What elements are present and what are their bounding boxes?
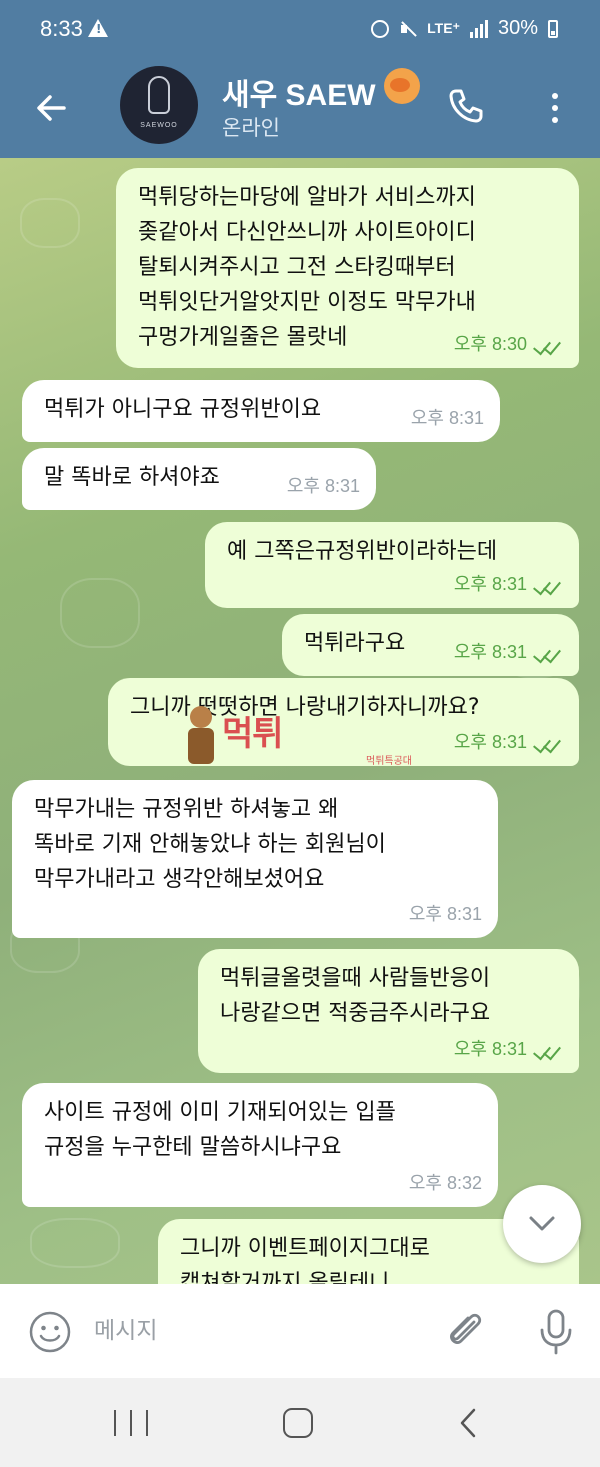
message-meta: 오후 8:31 (409, 897, 482, 932)
chat-title[interactable]: 새우 SAEW (222, 70, 376, 114)
read-checks-icon (533, 1043, 563, 1057)
message-input[interactable] (94, 1312, 424, 1350)
microphone-icon[interactable] (536, 1308, 576, 1356)
message-time: 오후 8:31 (408, 904, 482, 924)
background-doodle (30, 1218, 120, 1268)
message-meta: 오후 8:31 (287, 469, 360, 504)
shrimp-emoji-icon (384, 68, 420, 104)
message-text-line: 먹튀글올렷을때 사람들반응이 (220, 966, 491, 991)
avatar[interactable]: SAEWOO (120, 66, 198, 144)
watermark: 먹튀 먹튀특공대 (186, 704, 436, 770)
message-text-line: 나랑같으면 적중금주시라구요 (220, 1001, 491, 1026)
status-time: 8:33 (40, 16, 83, 41)
status-bar: 8:33 LTE⁺ 30% (0, 0, 600, 62)
home-button[interactable] (283, 1408, 313, 1438)
message-meta: 오후 8:31 (454, 635, 563, 670)
message-text-line: 좆같아서 다신안쓰니까 사이트아이디 (138, 220, 476, 245)
message-text-line: 탈퇴시켜주시고 그전 스타킹때부터 (138, 255, 456, 280)
alarm-icon (371, 19, 390, 38)
message-time: 오후 8:31 (410, 408, 484, 428)
battery-icon (548, 19, 558, 38)
background-doodle (20, 198, 80, 248)
message-text-line: 막무가내는 규정위반 하셔놓고 왜 (34, 797, 339, 822)
message-text-line: 똑바로 기재 안해놓았냐 하는 회원님이 (34, 832, 386, 857)
message-bubble-incoming[interactable]: 말 똑바로 하셔야죠 오후 8:31 (22, 448, 376, 510)
message-time: 오후 8:31 (453, 642, 527, 662)
attach-icon[interactable] (442, 1308, 488, 1354)
avatar-label: SAEWOO (140, 122, 178, 129)
message-text-line: 먹튀잇단거알앗지만 이정도 막무가내 (138, 290, 476, 315)
watermark-subtitle: 먹튀특공대 (366, 756, 412, 767)
more-menu-icon[interactable] (545, 88, 565, 128)
recents-button[interactable] (114, 1410, 148, 1436)
message-time: 오후 8:31 (286, 476, 360, 496)
message-meta: 오후 8:31 (454, 725, 563, 760)
status-indicators: LTE⁺ 30% (371, 17, 558, 40)
message-time: 오후 8:31 (453, 574, 527, 594)
message-input-bar (0, 1284, 600, 1378)
message-text-line: 먹튀당하는마당에 알바가 서비스까지 (138, 185, 476, 210)
online-status: 온라인 (222, 116, 280, 140)
mascot-icon (186, 706, 216, 764)
battery-percent: 30% (497, 17, 538, 39)
message-bubble-incoming[interactable]: 사이트 규정에 이미 기재되어있는 입플 규정을 누구한테 말씀하시냐구요 오후… (22, 1083, 498, 1207)
read-checks-icon (533, 736, 563, 750)
message-meta: 오후 8:32 (409, 1166, 482, 1201)
system-navigation-bar (0, 1378, 600, 1467)
message-text-line: 규정을 누구한테 말씀하시냐구요 (44, 1135, 342, 1160)
watermark-title: 먹튀 (222, 714, 284, 754)
message-bubble-incoming[interactable]: 먹튀가 아니구요 규정위반이요 오후 8:31 (22, 380, 500, 442)
message-time: 오후 8:32 (408, 1173, 482, 1193)
mute-icon (399, 20, 417, 38)
message-bubble-incoming[interactable]: 막무가내는 규정위반 하셔놓고 왜 똑바로 기재 안해놓았냐 하는 회원님이 막… (12, 780, 498, 938)
message-meta: 오후 8:31 (411, 401, 484, 436)
network-type: LTE⁺ (427, 20, 460, 36)
nav-back-icon[interactable] (456, 1408, 480, 1438)
phone-icon[interactable] (446, 86, 486, 126)
signal-icon (469, 19, 488, 38)
read-checks-icon (533, 578, 563, 592)
message-text-line: 그니까 이벤트페이지그대로 (180, 1236, 430, 1261)
chevron-down-icon (529, 1216, 555, 1231)
warning-icon (88, 19, 108, 37)
logo-glyph (148, 76, 170, 114)
message-time: 오후 8:31 (453, 1039, 527, 1059)
message-text-line: 막무가내라고 생각안해보셨어요 (34, 867, 325, 892)
message-bubble-outgoing[interactable]: 먹튀라구요 오후 8:31 (282, 614, 579, 676)
message-text-line: 사이트 규정에 이미 기재되어있는 입플 (44, 1100, 396, 1125)
read-checks-icon (533, 646, 563, 660)
message-text-line: 캡쳐할거까지 올릴테니 (180, 1271, 390, 1284)
chat-area[interactable]: 먹튀당하는마당에 알바가 서비스까지 좆같아서 다신안쓰니까 사이트아이디 탈퇴… (0, 158, 600, 1284)
read-checks-icon (533, 338, 563, 352)
message-bubble-outgoing[interactable]: 예 그쪽은규정위반이라하는데 오후 8:31 (205, 522, 579, 608)
scroll-down-button[interactable] (503, 1185, 581, 1263)
message-meta: 오후 8:31 (454, 1032, 563, 1067)
message-text-line: 예 그쪽은규정위반이라하는데 (227, 539, 498, 564)
message-time: 오후 8:30 (453, 334, 527, 354)
message-time: 오후 8:31 (453, 732, 527, 752)
chat-header: SAEWOO 새우 SAEW 온라인 (0, 62, 600, 158)
message-meta: 오후 8:30 (454, 327, 563, 362)
background-doodle (60, 578, 140, 648)
emoji-icon[interactable] (28, 1310, 72, 1354)
message-meta: 오후 8:31 (454, 567, 563, 602)
message-bubble-outgoing[interactable]: 먹튀당하는마당에 알바가 서비스까지 좆같아서 다신안쓰니까 사이트아이디 탈퇴… (116, 168, 579, 368)
back-arrow-icon[interactable] (34, 90, 70, 126)
message-bubble-outgoing[interactable]: 먹튀글올렷을때 사람들반응이 나랑같으면 적중금주시라구요 오후 8:31 (198, 949, 579, 1073)
